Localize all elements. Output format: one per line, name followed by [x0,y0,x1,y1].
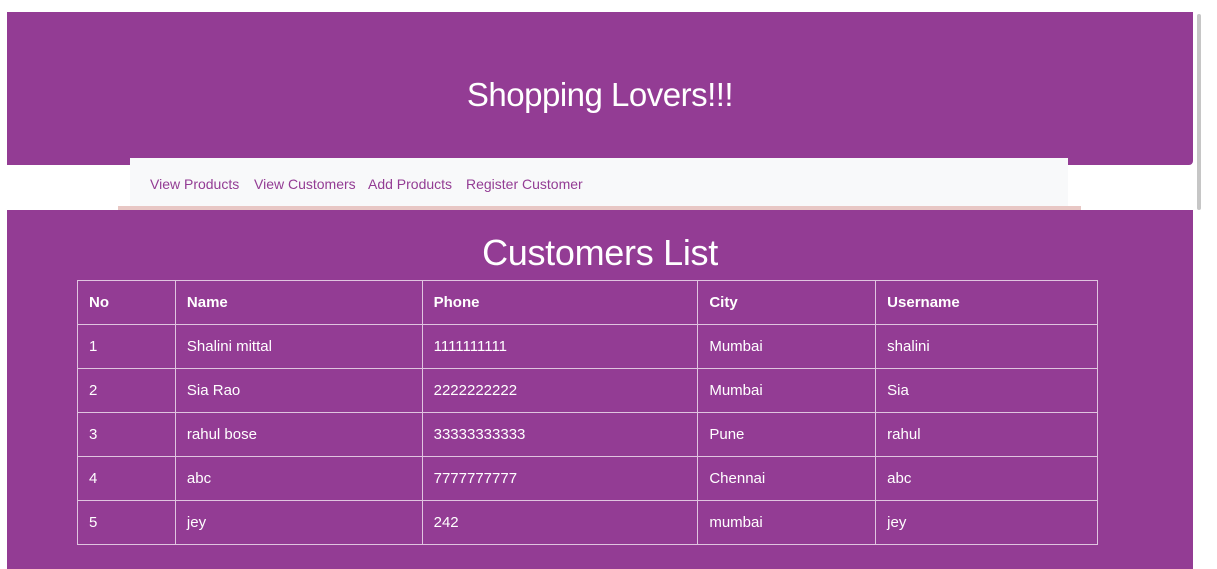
cell-name: Sia Rao [174,368,423,413]
cell-name: abc [174,456,423,501]
cell-city: Pune [697,412,877,457]
customers-section: Customers List No Name Phone City Userna… [7,210,1193,569]
cell-city: Mumbai [697,324,877,369]
table-row: 4 abc 7777777777 Chennai abc [77,456,1098,501]
page-title: Customers List [482,232,718,273]
cell-city: mumbai [697,500,877,545]
cell-name: Shalini mittal [174,324,423,369]
nav-link-add-products[interactable]: Add Products [368,176,452,192]
table-header-row: No Name Phone City Username [77,280,1098,325]
site-header: Shopping Lovers!!! [7,12,1193,165]
nav-link-view-customers[interactable]: View Customers [254,176,356,192]
customers-table: No Name Phone City Username 1 Shalini mi… [77,280,1098,545]
cell-name: jey [174,500,423,545]
column-header-city: City [697,280,877,325]
table-row: 2 Sia Rao 2222222222 Mumbai Sia [77,368,1098,413]
page-scrollbar[interactable] [1194,0,1217,569]
column-header-username: Username [875,280,1098,325]
nav-link-view-products[interactable]: View Products [150,176,239,192]
column-header-name: Name [174,280,423,325]
table-row: 5 jey 242 mumbai jey [77,500,1098,545]
cell-phone: 7777777777 [421,456,699,501]
cell-city: Chennai [697,456,877,501]
cell-username: rahul [875,412,1098,457]
cell-username: shalini [875,324,1098,369]
column-header-phone: Phone [421,280,699,325]
cell-phone: 1111111111 [421,324,699,369]
cell-city: Mumbai [697,368,877,413]
page: Shopping Lovers!!! View Products View Cu… [0,0,1217,569]
cell-no: 3 [77,412,176,457]
cell-phone: 242 [421,500,699,545]
site-title: Shopping Lovers!!! [466,76,734,113]
navbar: View Products View Customers Add Product… [130,158,1068,206]
nav-link-register-customer[interactable]: Register Customer [466,176,583,192]
cell-username: jey [875,500,1098,545]
table-row: 3 rahul bose 33333333333 Pune rahul [77,412,1098,457]
cell-username: abc [875,456,1098,501]
cell-phone: 2222222222 [421,368,699,413]
cell-no: 5 [77,500,176,545]
cell-no: 2 [77,368,176,413]
table-row: 1 Shalini mittal 1111111111 Mumbai shali… [77,324,1098,369]
cell-no: 4 [77,456,176,501]
cell-username: Sia [875,368,1098,413]
scrollbar-thumb[interactable] [1197,14,1201,210]
column-header-no: No [77,280,176,325]
cell-phone: 33333333333 [421,412,699,457]
cell-no: 1 [77,324,176,369]
cell-name: rahul bose [174,412,423,457]
